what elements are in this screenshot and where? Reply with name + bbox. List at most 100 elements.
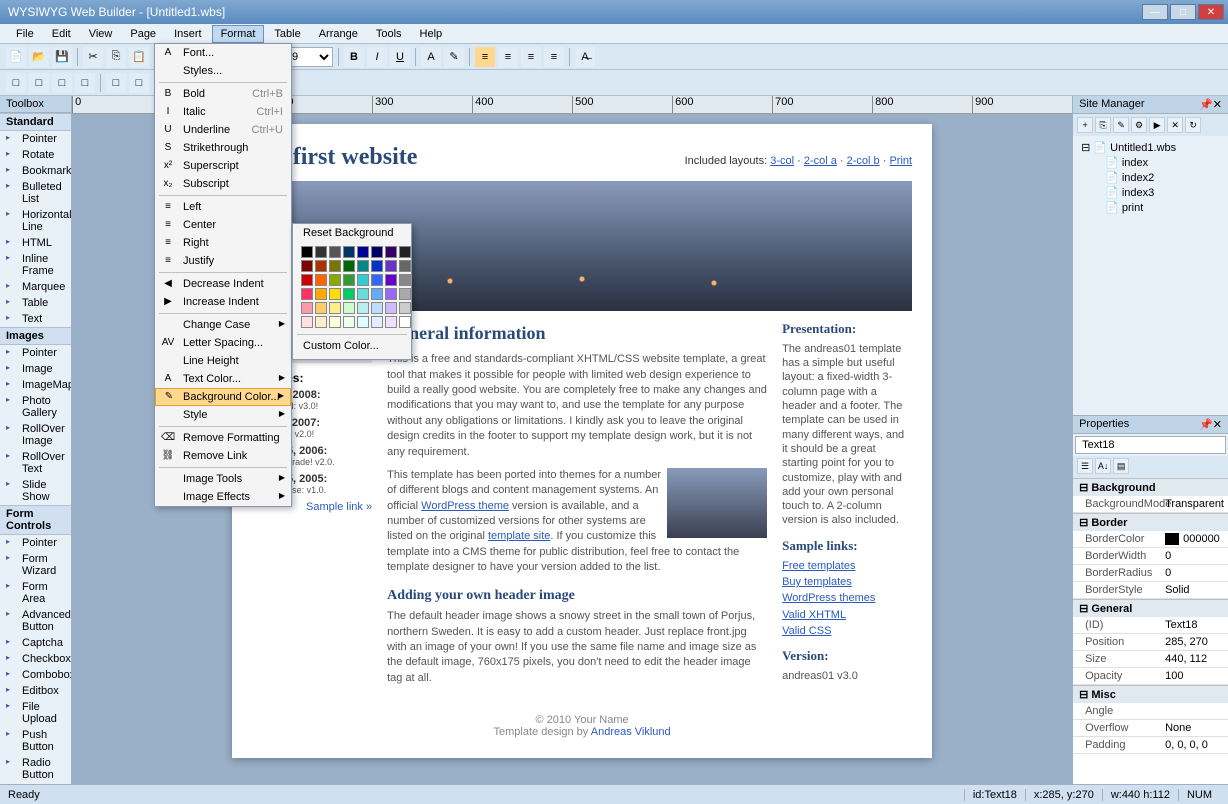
toolbox-text-area[interactable]: Text Area	[0, 783, 71, 784]
props-cat-icon[interactable]: ☰	[1077, 458, 1093, 474]
menu-arrange[interactable]: Arrange	[311, 26, 366, 42]
color-swatch[interactable]	[399, 246, 411, 258]
format-underline[interactable]: UUnderlineCtrl+U	[155, 121, 291, 139]
color-swatch[interactable]	[385, 274, 397, 286]
prop-row[interactable]: Angle	[1073, 703, 1228, 720]
props-az-icon[interactable]: A↓	[1095, 458, 1111, 474]
format-subscript[interactable]: x₂Subscript	[155, 175, 291, 193]
tool-icon[interactable]: □	[75, 73, 95, 93]
menu-table[interactable]: Table	[266, 26, 308, 42]
color-swatch[interactable]	[343, 274, 355, 286]
minimize-button[interactable]: —	[1142, 4, 1168, 20]
menu-format[interactable]: Format	[212, 25, 265, 43]
highlight-icon[interactable]: ✎	[444, 47, 464, 67]
props-selected[interactable]: Text18	[1075, 436, 1226, 454]
toolbox-pointer[interactable]: Pointer	[0, 345, 71, 361]
color-swatch[interactable]	[371, 260, 383, 272]
format-remove-formatting[interactable]: ⌫Remove Formatting	[155, 429, 291, 447]
menu-file[interactable]: File	[8, 26, 42, 42]
color-swatch[interactable]	[399, 288, 411, 300]
format-background-color-[interactable]: ✎Background Color...▶	[155, 388, 291, 406]
color-swatch[interactable]	[371, 288, 383, 300]
color-swatch[interactable]	[357, 274, 369, 286]
toolbox-text[interactable]: Text	[0, 311, 71, 327]
color-swatch[interactable]	[371, 302, 383, 314]
menu-insert[interactable]: Insert	[166, 26, 210, 42]
sample-link[interactable]: Sample link »	[306, 501, 372, 513]
tool-icon[interactable]: □	[6, 73, 26, 93]
format-style[interactable]: Style▶	[155, 406, 291, 424]
color-swatch[interactable]	[301, 302, 313, 314]
prop-cat-misc[interactable]: ⊟ Misc	[1073, 685, 1228, 703]
toolbox-radio-button[interactable]: Radio Button	[0, 755, 71, 783]
page-canvas[interactable]: My first website Included layouts: 3-col…	[232, 124, 932, 758]
tree-page-index[interactable]: 📄 index	[1077, 155, 1224, 170]
align-center-icon[interactable]: ≡	[498, 47, 518, 67]
open-icon[interactable]: 📂	[29, 47, 49, 67]
color-swatch[interactable]	[357, 302, 369, 314]
color-swatch[interactable]	[301, 274, 313, 286]
toolbox-checkbox[interactable]: Checkbox	[0, 651, 71, 667]
panel-close-icon[interactable]: ✕	[1213, 98, 1222, 111]
color-swatch[interactable]	[343, 246, 355, 258]
format-superscript[interactable]: x²Superscript	[155, 157, 291, 175]
color-swatch[interactable]	[371, 246, 383, 258]
format-remove-link[interactable]: ⛓Remove Link	[155, 447, 291, 465]
color-swatch[interactable]	[315, 260, 327, 272]
color-swatch[interactable]	[385, 260, 397, 272]
color-swatch[interactable]	[329, 288, 341, 300]
copy-icon[interactable]: ⎘	[106, 47, 126, 67]
color-swatch[interactable]	[385, 316, 397, 328]
prop-row[interactable]: Size440, 112	[1073, 651, 1228, 668]
sm-edit-icon[interactable]: ✎	[1113, 117, 1129, 133]
toolbox-rotate[interactable]: Rotate	[0, 147, 71, 163]
color-swatch[interactable]	[329, 246, 341, 258]
toolbox-table[interactable]: Table	[0, 295, 71, 311]
prop-row[interactable]: BorderWidth0	[1073, 548, 1228, 565]
color-swatch[interactable]	[315, 246, 327, 258]
toolbox-bulleted-list[interactable]: Bulleted List	[0, 179, 71, 207]
sm-delete-icon[interactable]: ✕	[1167, 117, 1183, 133]
color-swatch[interactable]	[385, 302, 397, 314]
format-styles-[interactable]: Styles...	[155, 62, 291, 80]
tool-icon[interactable]: □	[29, 73, 49, 93]
menu-view[interactable]: View	[81, 26, 121, 42]
sample-link[interactable]: Valid XHTML	[782, 608, 912, 622]
sm-nav-icon[interactable]: ▶	[1149, 117, 1165, 133]
toolbox-captcha[interactable]: Captcha	[0, 635, 71, 651]
toolbox-pointer[interactable]: Pointer	[0, 131, 71, 147]
color-swatch[interactable]	[329, 302, 341, 314]
prop-row[interactable]: OverflowNone	[1073, 720, 1228, 737]
panel-close-icon[interactable]: ✕	[1213, 418, 1222, 431]
color-swatch[interactable]	[343, 260, 355, 272]
paste-icon[interactable]: 📋	[129, 47, 149, 67]
panel-pin-icon[interactable]: 📌	[1199, 418, 1213, 431]
color-swatch[interactable]	[315, 288, 327, 300]
format-image-tools[interactable]: Image Tools▶	[155, 470, 291, 488]
tree-page-print[interactable]: 📄 print	[1077, 200, 1224, 215]
toolbox-push-button[interactable]: Push Button	[0, 727, 71, 755]
reset-background-item[interactable]: Reset Background	[293, 224, 411, 242]
sm-new-icon[interactable]: +	[1077, 117, 1093, 133]
toolbox-image[interactable]: Image	[0, 361, 71, 377]
format-increase-indent[interactable]: ▶Increase Indent	[155, 293, 291, 311]
toolbox-marquee[interactable]: Marquee	[0, 279, 71, 295]
toolbox-advanced-button[interactable]: Advanced Button	[0, 607, 71, 635]
toolbox-slide-show[interactable]: Slide Show	[0, 477, 71, 505]
menu-tools[interactable]: Tools	[368, 26, 410, 42]
color-swatch[interactable]	[315, 302, 327, 314]
prop-row[interactable]: (ID)Text18	[1073, 617, 1228, 634]
tool-icon[interactable]: □	[52, 73, 72, 93]
tool-icon[interactable]: □	[106, 73, 126, 93]
bold-icon[interactable]: B	[344, 47, 364, 67]
color-swatch[interactable]	[301, 246, 313, 258]
color-swatch[interactable]	[329, 274, 341, 286]
cut-icon[interactable]: ✂	[83, 47, 103, 67]
color-swatch[interactable]	[399, 316, 411, 328]
color-swatch[interactable]	[385, 288, 397, 300]
prop-row[interactable]: BorderColor000000	[1073, 531, 1228, 548]
color-swatch[interactable]	[385, 246, 397, 258]
maximize-button[interactable]: □	[1170, 4, 1196, 20]
color-swatch[interactable]	[357, 288, 369, 300]
color-swatch[interactable]	[343, 302, 355, 314]
